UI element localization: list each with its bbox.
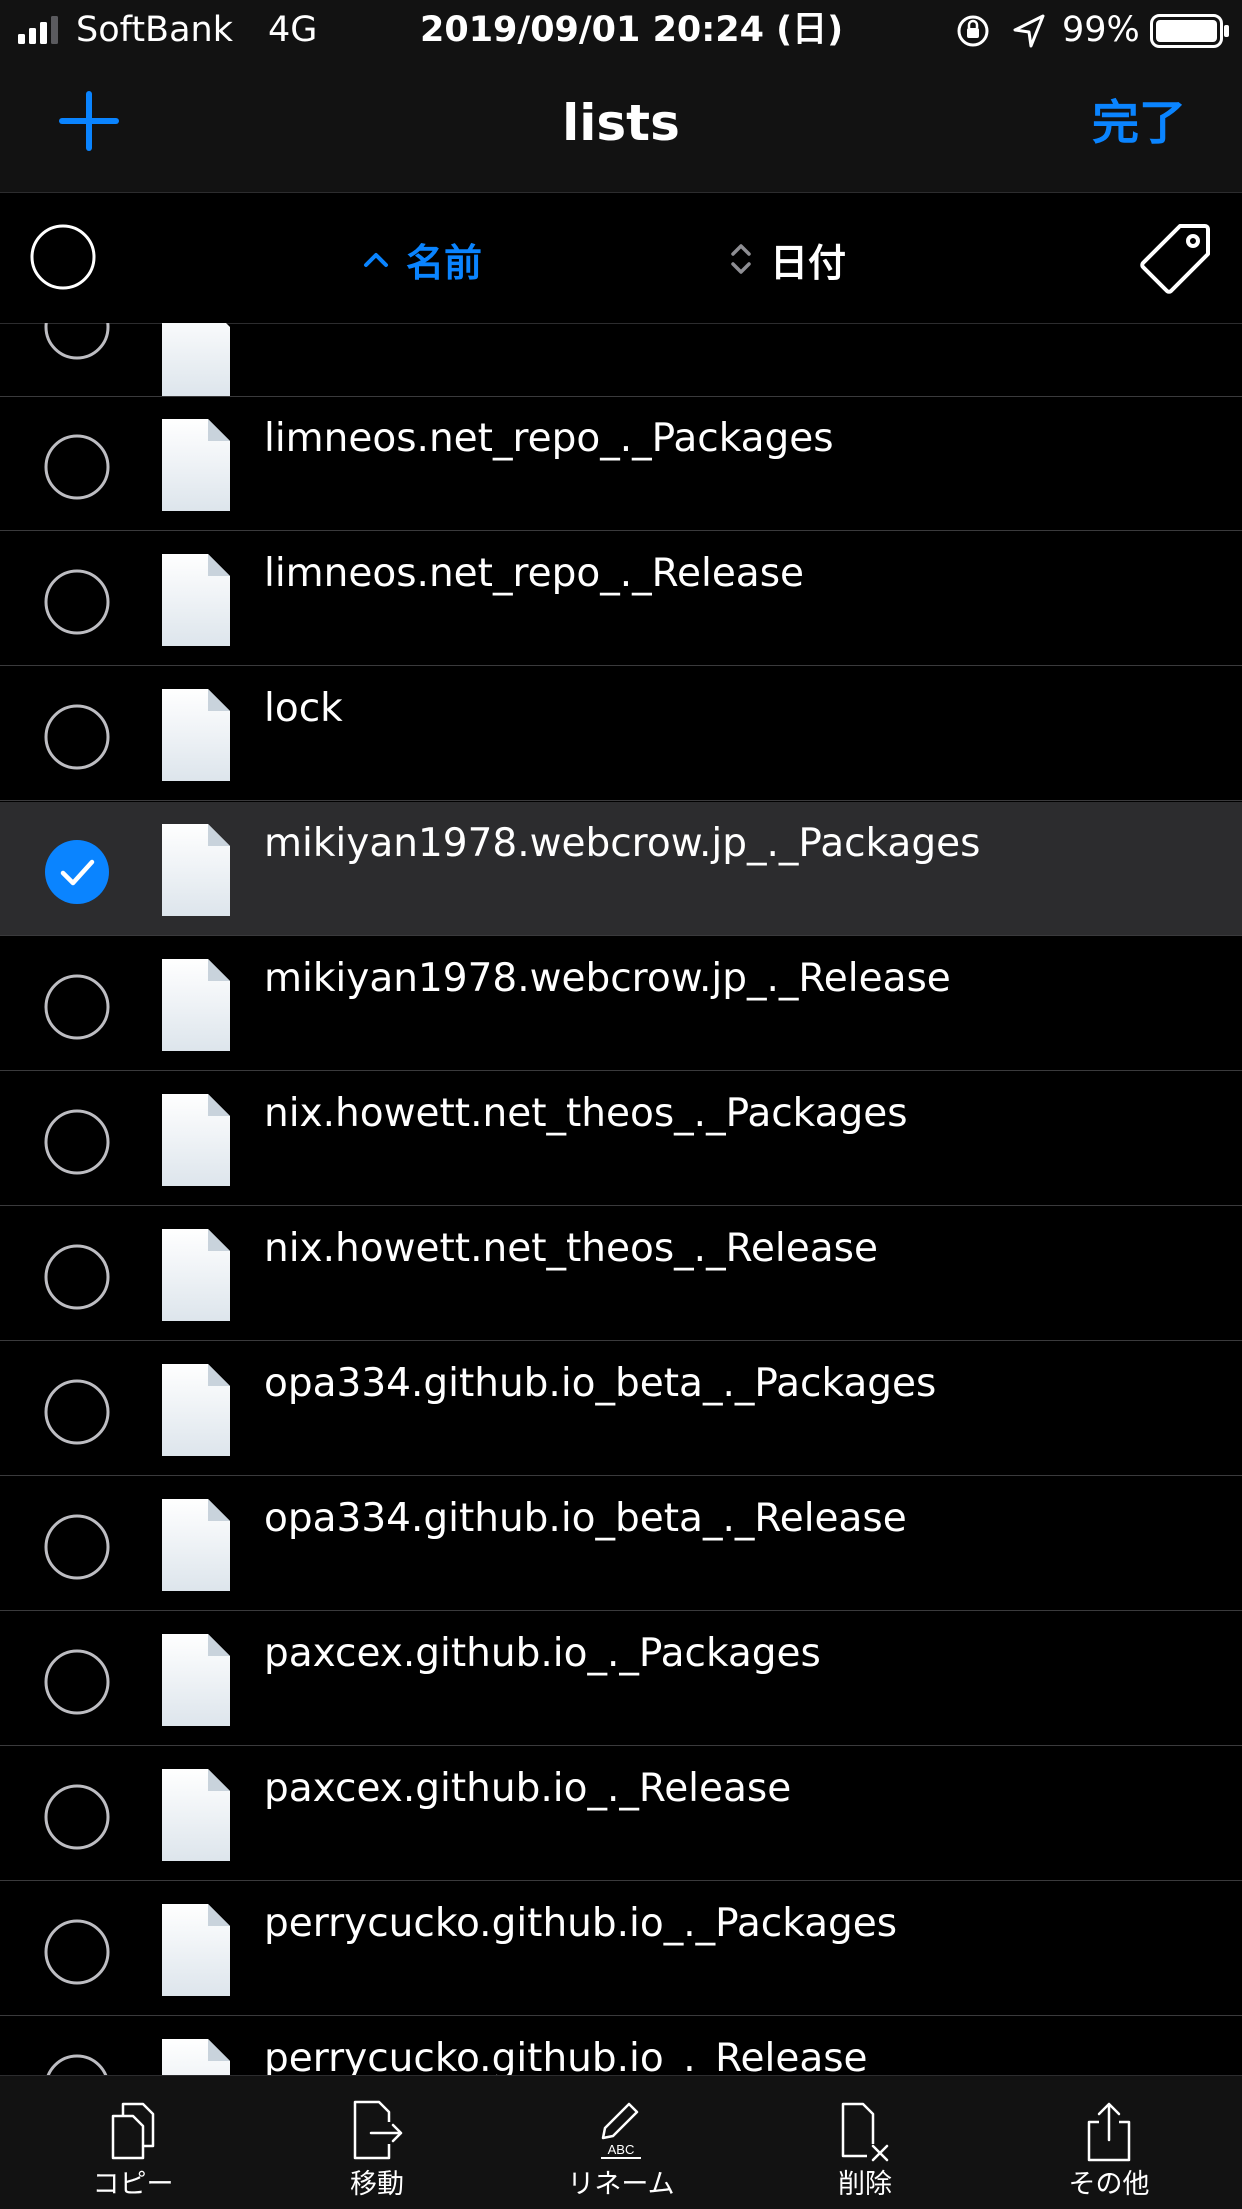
more-label: その他 [1068,2169,1150,2200]
list-item[interactable]: opa334.github.io_beta_._Release [0,1477,1242,1611]
file-name: nix.howett.net_theos_._Release [264,1226,878,1271]
location-arrow-icon [1013,14,1045,48]
file-icon [162,689,230,781]
row-checkbox[interactable] [44,1109,110,1175]
signal-strength-icon [18,16,58,44]
move-label: 移動 [350,2169,404,2200]
row-checkbox[interactable] [44,1514,110,1580]
sort-by-date-label: 日付 [770,240,847,285]
file-name: lock [264,686,343,731]
file-icon [162,1769,230,1861]
list-item[interactable]: nix.howett.net_theos_._Packages [0,1072,1242,1206]
file-icon [162,824,230,916]
file-name: opa334.github.io_beta_._Release [264,1496,907,1541]
file-icon [162,1094,230,1186]
list-item[interactable]: perrycucko.github.io_._Packages [0,1882,1242,2016]
row-checkbox[interactable] [44,704,110,770]
file-icon [162,1499,230,1591]
list-item[interactable]: paxcex.github.io_._Packages [0,1612,1242,1746]
file-icon [162,2039,230,2075]
share-icon [1087,2102,1131,2162]
rename-icon: ABC [601,2102,641,2159]
row-checkbox[interactable] [44,1649,110,1715]
file-name: mikiyan1978.webcrow.jp_._Release [264,956,951,1001]
move-icon [353,2100,403,2160]
orientation-lock-and-location-icons [957,14,1045,48]
row-checkbox[interactable] [44,323,110,360]
list-item[interactable]: limneos.net_repo_._Release [0,532,1242,666]
row-checkbox[interactable] [44,1379,110,1445]
copy-label: コピー [92,2169,174,2200]
select-all-checkbox[interactable] [30,224,96,290]
sort-bar: 名前 日付 [0,193,1242,324]
delete-icon [841,2102,889,2162]
list-item[interactable]: nix.howett.net_theos_._Release [0,1207,1242,1341]
delete-button[interactable]: 削除 [775,2076,955,2209]
network-type: 4G [268,10,318,50]
file-icon [162,323,230,396]
file-name: paxcex.github.io_._Packages [264,1631,821,1676]
status-datetime: 2019/09/01 20:24 (日) [420,10,844,50]
row-checkbox[interactable] [44,974,110,1040]
file-name: mikiyan1978.webcrow.jp_._Packages [264,821,981,866]
list-item[interactable]: paxcex.github.io_._Release [0,1747,1242,1881]
row-checkbox[interactable] [44,569,110,635]
delete-label: 削除 [838,2169,892,2200]
file-name: perrycucko.github.io_._Packages [264,1901,898,1946]
done-button[interactable]: 完了 [1092,92,1186,156]
file-icon [162,419,230,511]
carrier-name: SoftBank [76,10,233,50]
file-name: limneos.net_repo_._Packages [264,416,834,461]
tag-icon[interactable] [1138,221,1212,295]
navigation-bar: lists 完了 [0,62,1242,193]
sort-toggle-icon [731,244,751,274]
list-item[interactable]: opa334.github.io_beta_._Packages [0,1342,1242,1476]
row-checkbox-checked[interactable] [44,839,110,905]
move-button[interactable]: 移動 [287,2076,467,2209]
list-item-partial [0,323,1242,397]
row-checkbox[interactable] [44,1919,110,1985]
list-item[interactable]: mikiyan1978.webcrow.jp_._Release [0,937,1242,1071]
row-checkbox[interactable] [44,434,110,500]
sort-by-name-button[interactable]: 名前 [362,231,482,287]
file-icon [162,554,230,646]
file-name: paxcex.github.io_._Release [264,1766,792,1811]
rename-button[interactable]: ABC リネーム [531,2076,711,2209]
chevron-up-icon [364,253,388,267]
page-title: lists [562,94,680,152]
status-bar: SoftBank 4G 2019/09/01 20:24 (日) 99% [0,0,1242,62]
rename-label: リネーム [567,2169,675,2200]
list-item[interactable]: perrycucko.github.io_._Release [0,2017,1242,2075]
battery-icon [1150,14,1229,48]
file-icon [162,1634,230,1726]
orientation-lock-icon [957,15,989,47]
row-checkbox[interactable] [44,1784,110,1850]
file-icon [162,1229,230,1321]
file-icon [162,1364,230,1456]
list-item[interactable]: lock [0,667,1242,801]
file-name: perrycucko.github.io_._Release [264,2036,868,2075]
sort-by-date-button[interactable]: 日付 [728,231,846,287]
copy-button[interactable]: コピー [43,2076,223,2209]
list-item[interactable]: limneos.net_repo_._Packages [0,397,1242,531]
file-name: nix.howett.net_theos_._Packages [264,1091,908,1136]
battery-percent: 99% [1062,10,1140,50]
more-button[interactable]: その他 [1019,2076,1199,2209]
file-icon [162,959,230,1051]
file-name: limneos.net_repo_._Release [264,551,805,596]
file-list[interactable]: limneos.net_repo_._Packages limneos.net_r… [0,323,1242,2075]
row-checkbox[interactable] [44,1244,110,1310]
row-checkbox[interactable] [44,2054,110,2075]
svg-text:ABC: ABC [608,2142,635,2157]
sort-by-name-label: 名前 [406,240,483,285]
copy-icon [111,2102,155,2160]
list-item[interactable]: mikiyan1978.webcrow.jp_._Packages [0,802,1242,936]
file-name: opa334.github.io_beta_._Packages [264,1361,937,1406]
file-icon [162,1904,230,1996]
bottom-toolbar: コピー 移動 ABC リネーム 削除 その他 [0,2075,1242,2209]
